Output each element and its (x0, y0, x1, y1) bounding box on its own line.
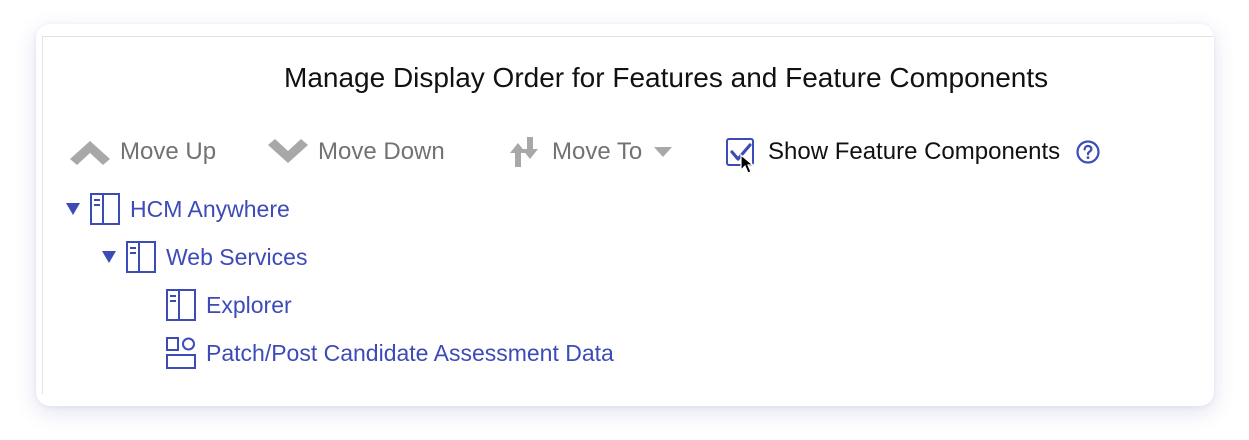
feature-icon (166, 289, 196, 321)
move-up-label: Move Up (120, 138, 217, 165)
move-to-label: Move To (552, 138, 643, 165)
feature-icon (90, 193, 120, 225)
help-icon[interactable] (1076, 140, 1100, 164)
move-to-button[interactable]: Move To (506, 134, 673, 170)
tree-item-web-services: Web Services (102, 240, 307, 274)
tree-item-label[interactable]: Patch/Post Candidate Assessment Data (206, 340, 614, 367)
tree-item-patch-post-candidate: Patch/Post Candidate Assessment Data (166, 336, 614, 370)
show-components-checkbox[interactable] (726, 138, 754, 174)
move-up-button[interactable]: Move Up (70, 134, 216, 170)
tree-item-explorer: Explorer (166, 288, 292, 322)
show-components-label: Show Feature Components (768, 138, 1061, 165)
show-components-control: Show Feature Components (726, 134, 1100, 174)
tree-item-hcm-anywhere: HCM Anywhere (66, 192, 290, 226)
feature-icon (126, 241, 156, 273)
chevron-down-icon (268, 139, 308, 163)
move-to-arrows-icon (510, 137, 538, 167)
page-title: Manage Display Order for Features and Fe… (284, 62, 1049, 93)
dropdown-caret-icon (654, 147, 673, 157)
tree-item-label[interactable]: HCM Anywhere (130, 196, 290, 223)
component-icon (166, 337, 196, 369)
mouse-cursor-icon (740, 154, 754, 174)
move-down-button[interactable]: Move Down (268, 134, 445, 170)
move-down-label: Move Down (318, 138, 445, 165)
tree-item-label[interactable]: Explorer (206, 292, 292, 319)
chevron-up-icon (70, 141, 110, 165)
tree-item-label[interactable]: Web Services (166, 244, 307, 271)
expand-caret-icon[interactable] (102, 251, 116, 263)
expand-caret-icon[interactable] (66, 203, 80, 215)
